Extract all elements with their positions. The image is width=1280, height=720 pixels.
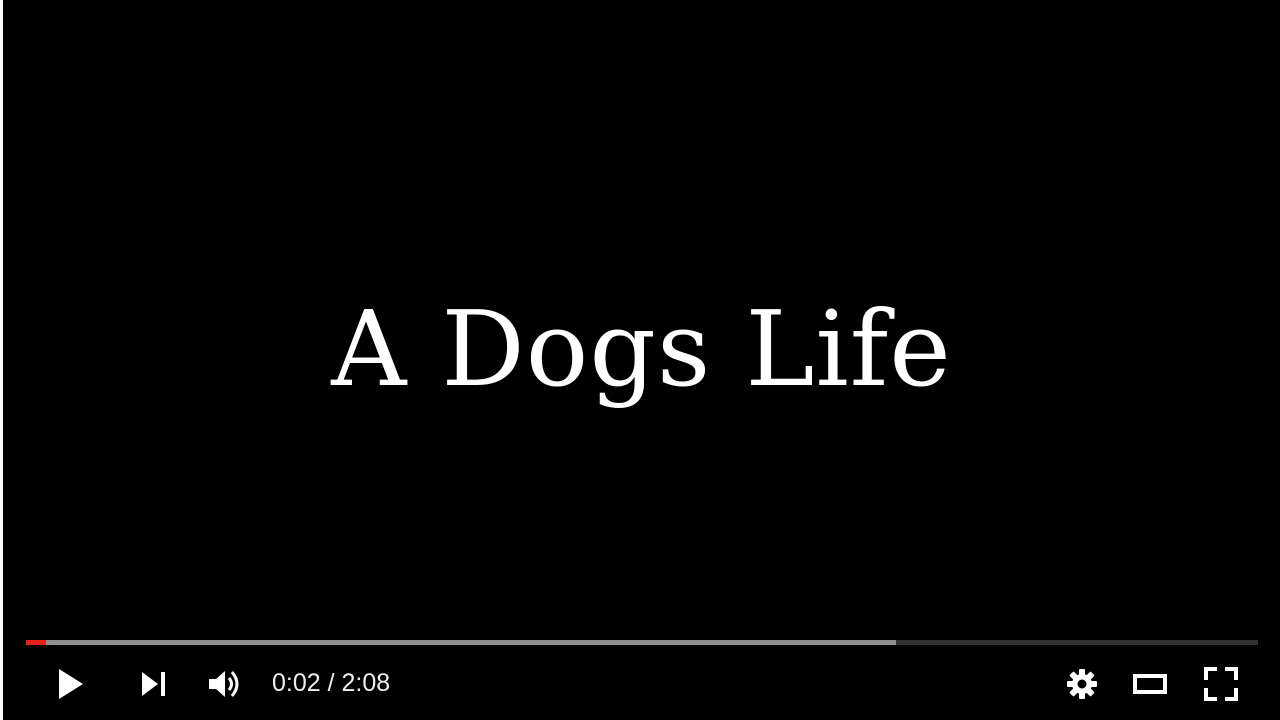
settings-button[interactable]: HD: [1055, 648, 1109, 720]
mute-button[interactable]: [202, 648, 248, 720]
video-title-card: A Dogs Life: [331, 288, 952, 410]
volume-icon: [207, 668, 243, 700]
time-display: 0:02 / 2:08: [272, 668, 390, 698]
video-player[interactable]: A Dogs Life 0:02 / 2:08: [3, 0, 1280, 720]
play-button[interactable]: [47, 648, 95, 720]
time-separator: /: [320, 669, 342, 697]
gear-icon: [1065, 667, 1099, 701]
theater-mode-icon: [1133, 673, 1167, 695]
control-bar: 0:02 / 2:08: [3, 648, 1280, 720]
duration: 2:08: [341, 669, 391, 697]
progress-bar[interactable]: [26, 640, 1258, 645]
fullscreen-button[interactable]: [1198, 648, 1244, 720]
next-icon: [141, 671, 167, 697]
fullscreen-icon: [1204, 667, 1238, 701]
progress-played: [26, 640, 46, 645]
theater-mode-button[interactable]: [1127, 648, 1173, 720]
progress-loaded: [26, 640, 896, 645]
next-button[interactable]: [131, 648, 177, 720]
current-time: 0:02: [272, 669, 321, 697]
video-frame[interactable]: A Dogs Life: [3, 0, 1280, 720]
play-icon: [58, 668, 84, 700]
